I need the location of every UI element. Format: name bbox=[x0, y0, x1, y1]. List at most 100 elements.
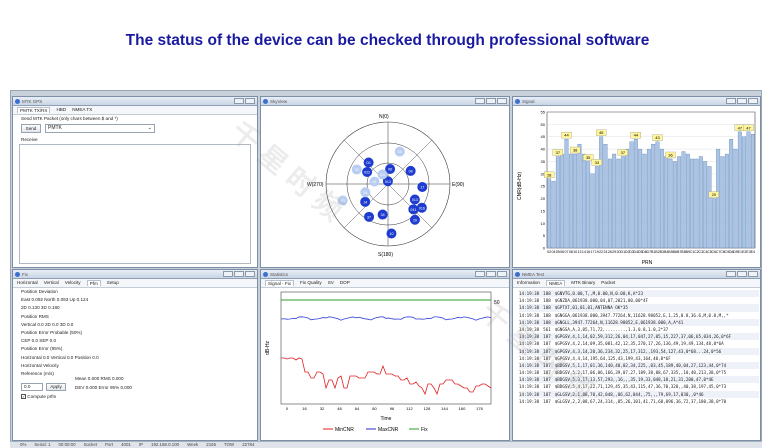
command-input[interactable]: PMTK ⌄ bbox=[45, 124, 155, 133]
nmea-text: $GPGSV,4,1,14,02,59,312,26,04,17,047,27,… bbox=[554, 334, 732, 340]
signal-bar bbox=[551, 181, 556, 249]
reference-input[interactable]: 0.0 bbox=[21, 383, 43, 391]
tab-velocity[interactable]: Velocity bbox=[65, 280, 81, 286]
minimize-icon[interactable] bbox=[234, 98, 244, 104]
signal-bar bbox=[655, 141, 660, 249]
tab-horizontal[interactable]: Horizontal bbox=[17, 280, 38, 286]
close-icon[interactable] bbox=[497, 98, 507, 104]
fix-row: Position RMS bbox=[21, 313, 49, 319]
tab-sv[interactable]: SV bbox=[328, 280, 334, 286]
tab-information[interactable]: Information bbox=[517, 280, 540, 286]
satellite-id: 022 bbox=[364, 171, 370, 175]
nmea-row[interactable]: 14:19:38 187 $BDGSV,5,3,17,13,57,293,,16,,… bbox=[519, 376, 759, 384]
signal-bar bbox=[746, 131, 751, 249]
maximize-icon[interactable] bbox=[245, 98, 255, 104]
tab-hbd[interactable]: HBD bbox=[56, 107, 66, 113]
value-label: 37 bbox=[621, 150, 626, 155]
satellite-id: D5 bbox=[397, 150, 402, 154]
close-icon[interactable] bbox=[748, 98, 758, 104]
stat-right-label: 50 bbox=[494, 300, 500, 306]
maximize-icon[interactable] bbox=[737, 271, 747, 277]
app-icon bbox=[515, 99, 520, 104]
minimize-icon[interactable] bbox=[223, 271, 233, 277]
y-tick-label: 25 bbox=[541, 184, 546, 189]
y-tick-label: 15 bbox=[541, 208, 546, 213]
nmea-row[interactable]: 14:19:38 188 $GNVTG,0.00,T,,M,0.00,N,0.00,… bbox=[519, 290, 759, 298]
fix-row: CEP 0.0 SEP 0.0 bbox=[21, 338, 57, 344]
nmea-row[interactable]: 14:19:38 187 $GLGSV,2,1,08,70,42,048,,86,6… bbox=[519, 390, 759, 398]
minimize-icon[interactable] bbox=[726, 271, 736, 277]
maximize-icon[interactable] bbox=[486, 98, 496, 104]
nmea-row[interactable]: 14:19:38 187 $BDGSV,5,1,17,01,36,140,40,02… bbox=[519, 361, 759, 370]
signal-bar bbox=[698, 156, 703, 249]
maximize-icon[interactable] bbox=[737, 98, 747, 104]
value-label: 47 bbox=[746, 125, 751, 130]
satellite-id: 041 bbox=[410, 208, 416, 212]
minimize-icon[interactable] bbox=[726, 98, 736, 104]
signal-panel: Signal CNR(dB-Hz) PRN 0 5 10 15 20 25 30 35 40 45… bbox=[512, 96, 761, 268]
minimize-icon[interactable] bbox=[475, 98, 485, 104]
value-label: 43 bbox=[655, 135, 660, 140]
send-button[interactable]: Send bbox=[21, 124, 41, 133]
tab-mtk-binary[interactable]: MTK Binary bbox=[571, 280, 595, 286]
apply-button[interactable]: Apply bbox=[46, 383, 66, 391]
nmea-row[interactable]: 14:19:38 187 $GPGSV,4,1,14,02,59,312,26,04… bbox=[519, 333, 759, 341]
signal-bar bbox=[685, 153, 690, 249]
compute-prfm-checkbox[interactable]: ✓ bbox=[21, 394, 26, 400]
signal-bar bbox=[733, 148, 738, 249]
maximize-icon[interactable] bbox=[234, 271, 244, 277]
signal-bar bbox=[711, 198, 716, 249]
tab-fix-quality[interactable]: Fix Quality bbox=[300, 280, 322, 286]
nmea-n: 188 bbox=[543, 312, 551, 318]
signal-bar bbox=[668, 158, 673, 249]
nmea-row[interactable]: 14:19:38 187 $GPGSV,4,3,14,20,36,234,32,25… bbox=[519, 347, 759, 355]
nmea-row[interactable]: 14:19:38 187 $BDGSV,5,2,17,06,06,166,39,07… bbox=[519, 369, 759, 376]
nmea-row[interactable]: 14:19:38 187 $BDGSV,5,4,17,22,71,129,45,35… bbox=[519, 383, 759, 390]
tab-pmtk[interactable]: PMTK TX/RX bbox=[17, 107, 51, 113]
nmea-n: 187 bbox=[543, 384, 551, 390]
tab-packet[interactable]: Packet bbox=[601, 280, 615, 286]
satellite-id: 016 bbox=[419, 206, 425, 210]
status-item: TOW bbox=[224, 442, 235, 447]
close-icon[interactable] bbox=[497, 271, 507, 277]
chevron-down-icon[interactable]: ⌄ bbox=[148, 125, 152, 132]
nmea-row[interactable]: 14:19:38 188 $GNGGA,061938.000,3947.77264,… bbox=[519, 312, 759, 319]
nmea-row[interactable]: 14:19:38 187 $GLGSV,2,2,08,67,24,314,,85,2… bbox=[519, 398, 759, 405]
tab-nmea-tx[interactable]: NMEA TX bbox=[72, 107, 92, 113]
nmea-text: $BDGSV,5,4,17,22,71,129,45,35,43,115,47,… bbox=[554, 384, 727, 390]
signal-bar bbox=[568, 153, 573, 249]
fix-row: 2D 0.130 3D 0.180 bbox=[21, 305, 60, 311]
tab-dop[interactable]: DOP bbox=[340, 280, 350, 286]
tab-nmea[interactable]: NMEA bbox=[545, 280, 566, 286]
command-value: PMTK bbox=[48, 125, 62, 131]
nmea-row[interactable]: 14:19:38 561 $GNGSA,A,3,05,71,72,........,… bbox=[519, 326, 759, 333]
nmea-row[interactable]: 14:19:38 188 $GPTXT,01,01,01,ANTENNA OK*35 bbox=[519, 304, 759, 312]
signal-bar bbox=[599, 136, 604, 249]
nmea-row[interactable]: 14:19:38 188 $GNGLL,3947.77264,N,11628.980… bbox=[519, 318, 759, 326]
nmea-row[interactable]: 14:19:38 188 $GNZDA,061938.000,04,07,2021,… bbox=[519, 297, 759, 304]
value-label: 33 bbox=[595, 160, 600, 165]
nmea-row[interactable]: 14:19:38 187 $GPGSV,4,2,14,09,35,081,42,12… bbox=[519, 340, 759, 347]
tab-vertical[interactable]: Vertical bbox=[44, 280, 59, 286]
y-tick-label: 45 bbox=[541, 134, 546, 139]
nmea-list[interactable]: 14:19:38 188 $GNVTG,0.00,T,,M,0.00,N,0.00,… bbox=[519, 290, 759, 405]
fix-stats-dev: DEV 0.000 Error 95% 0.000 bbox=[75, 385, 132, 390]
tab-pfm[interactable]: Pfm bbox=[86, 280, 101, 286]
close-icon[interactable] bbox=[245, 271, 255, 277]
value-label: 28 bbox=[547, 172, 552, 177]
stat-x-label: Time bbox=[381, 416, 392, 422]
receive-area[interactable] bbox=[19, 144, 251, 264]
signal-bar bbox=[664, 156, 669, 249]
maximize-icon[interactable] bbox=[486, 271, 496, 277]
stat-x-tick: 16 bbox=[302, 406, 307, 411]
signal-bar bbox=[707, 166, 712, 249]
tab-signal-fix[interactable]: Signal - Fix bbox=[265, 280, 294, 286]
nmea-row[interactable]: 14:19:38 187 $GPGSV,4,4,14,195,64,125,43,1… bbox=[519, 355, 759, 362]
fix-row: Position Error Probable (50%) bbox=[21, 330, 83, 335]
nmea-n: 187 bbox=[543, 341, 551, 347]
minimize-icon[interactable] bbox=[475, 271, 485, 277]
nmea-text: $GLGSV,2,1,08,70,42,048,,86,62,044,,75,,… bbox=[554, 391, 704, 397]
close-icon[interactable] bbox=[748, 271, 758, 277]
tab-setup[interactable]: Setup bbox=[107, 280, 119, 286]
signal-title: Signal bbox=[522, 99, 535, 104]
